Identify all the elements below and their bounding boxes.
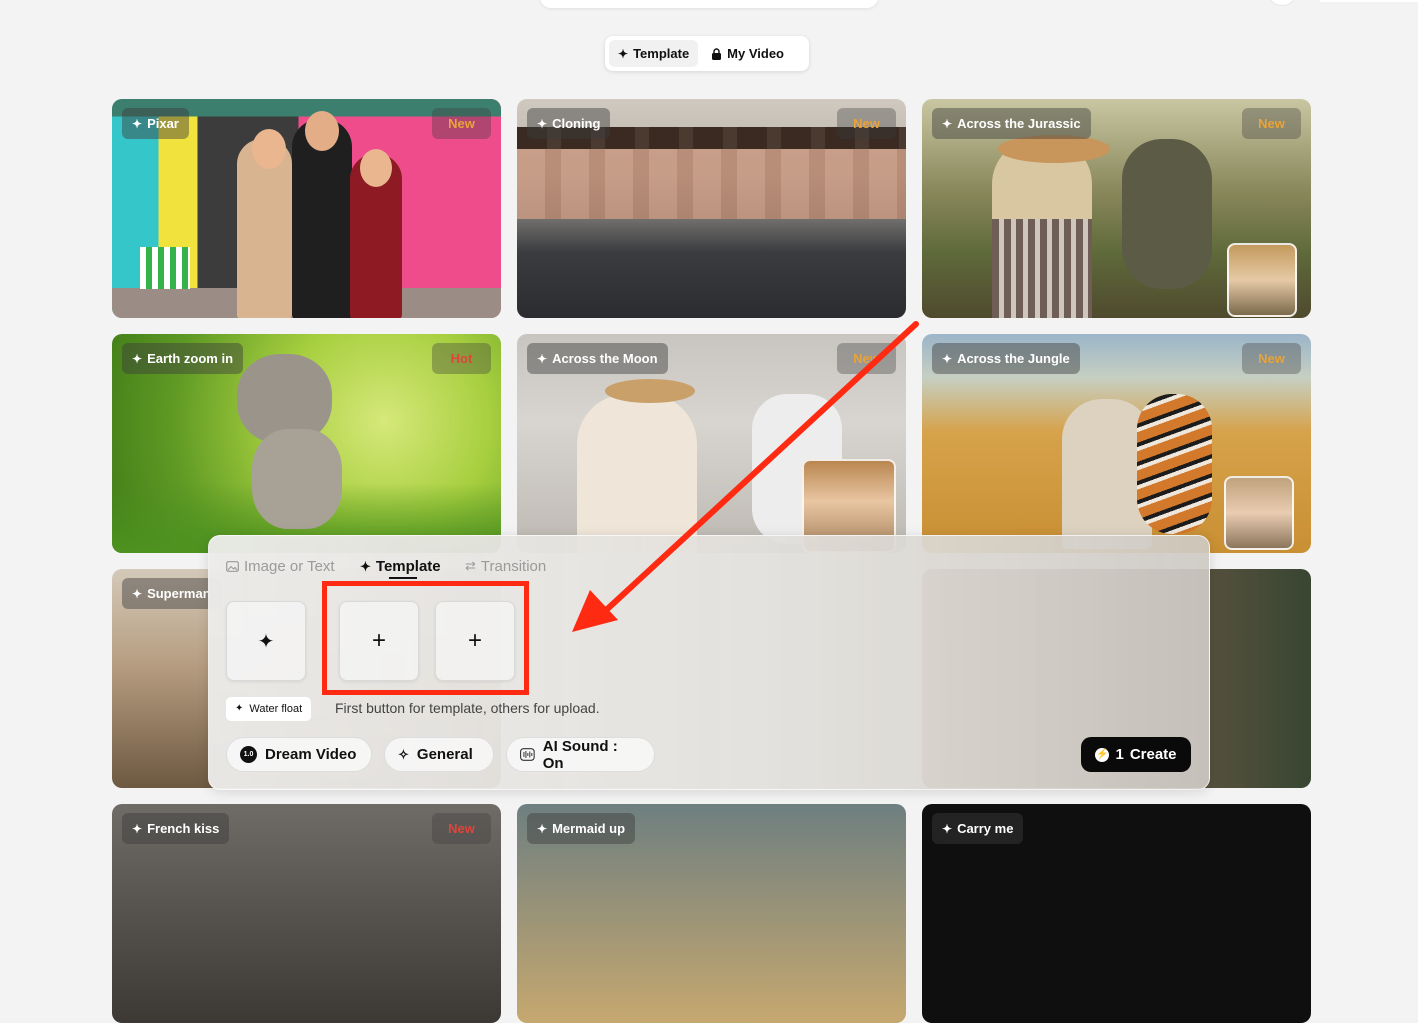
template-card-french-kiss[interactable]: ✦ French kiss New [112, 804, 501, 1023]
annotation-arrow [572, 321, 919, 632]
annotation-arrow-shaft [600, 321, 919, 616]
template-card-mermaid-up[interactable]: ✦ Mermaid up [517, 804, 906, 1023]
annotation-arrow-head [572, 590, 618, 632]
template-card-carry-me[interactable]: ✦ Carry me [922, 804, 1311, 1023]
